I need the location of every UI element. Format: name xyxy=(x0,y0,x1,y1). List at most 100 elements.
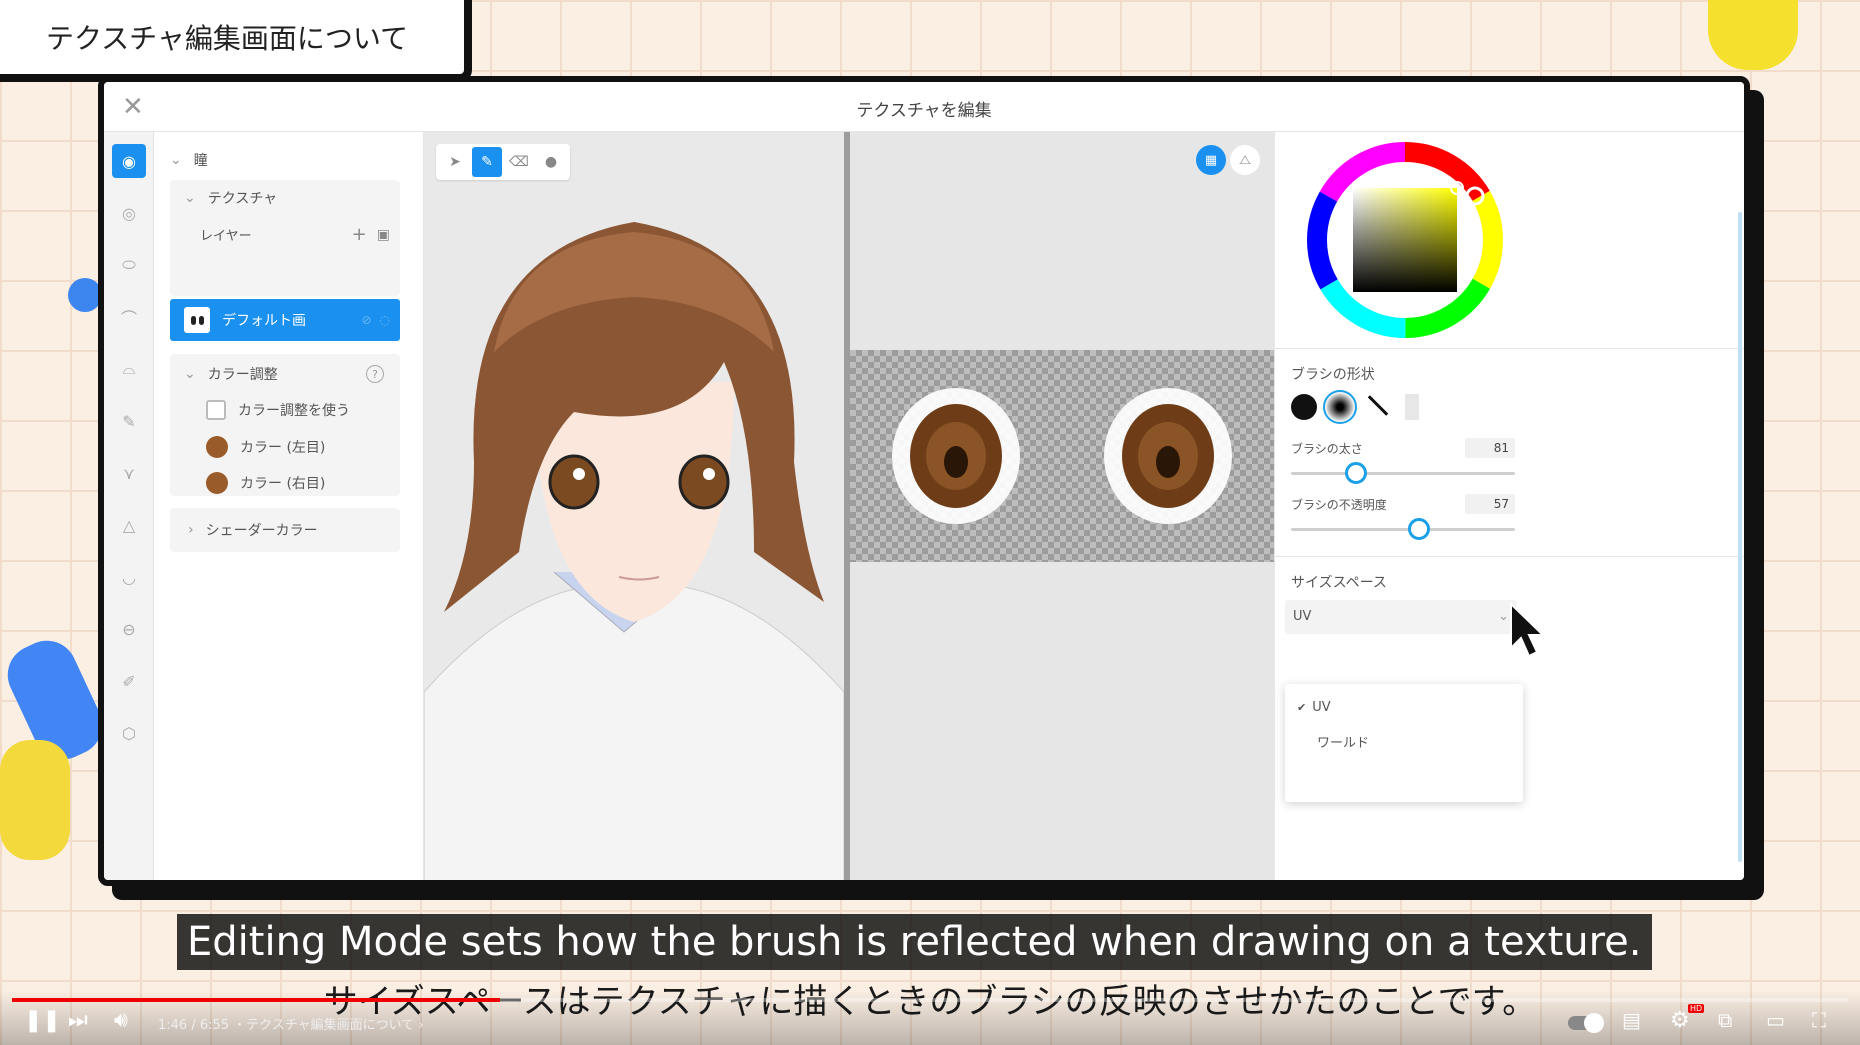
layer-thumbnail xyxy=(184,307,210,333)
color-wheel[interactable] xyxy=(1305,140,1505,340)
eraser-tool-icon[interactable]: ⌫ xyxy=(504,147,534,177)
eyeline-category-icon[interactable]: ✎ xyxy=(112,404,146,438)
settings-icon[interactable]: ⚙ xyxy=(1670,1008,1690,1033)
category-rail: ◉ ◎ ⬭ ⌒ ⌓ ✎ ⋎ △ ◡ ⊖ ✐ ⬡ xyxy=(104,132,154,880)
size-space-select[interactable]: UV ⌄ xyxy=(1285,600,1517,634)
color-left-row[interactable]: カラー (左目) xyxy=(206,436,325,458)
brush-line-icon[interactable] xyxy=(1367,395,1389,416)
mirror-icon[interactable]: ⧍ xyxy=(1230,145,1260,175)
eye-category-icon[interactable]: ◉ xyxy=(112,144,146,178)
chevron-down-icon: ⌄ xyxy=(184,366,196,382)
texture-canvas[interactable] xyxy=(850,350,1274,562)
brush-opacity-slider[interactable] xyxy=(1291,518,1515,540)
layers-header: レイヤー + ▣ xyxy=(200,224,390,245)
avatar-render xyxy=(424,132,844,880)
scrollbar[interactable] xyxy=(1738,212,1742,862)
brush-texture-icon[interactable] xyxy=(1405,394,1419,420)
color-right-label: カラー (右目) xyxy=(240,476,326,492)
uv-texture-viewport[interactable]: ▦ ⧍ xyxy=(850,132,1274,880)
color-right-row[interactable]: カラー (右目) xyxy=(206,472,325,494)
layers-label: レイヤー xyxy=(200,229,252,244)
layer-item-default[interactable]: デフォルト画 ⊘ ◌ xyxy=(170,299,400,341)
subtitles-icon[interactable]: ▤ xyxy=(1622,1008,1641,1032)
color-right-swatch[interactable] xyxy=(206,472,228,494)
dropdown-option-uv-label: UV xyxy=(1312,700,1331,715)
progress-bar[interactable] xyxy=(12,998,1848,1002)
texture-group-header[interactable]: ⌄ テクスチャ xyxy=(184,188,277,208)
size-space-dropdown: ✔ UV ワールド xyxy=(1285,684,1523,802)
checkmark-icon: ✔ xyxy=(1297,701,1307,714)
size-space-label: サイズスペース xyxy=(1291,575,1387,591)
fill-tool-icon[interactable]: ● xyxy=(536,147,566,177)
use-color-adjust-row[interactable]: カラー調整を使う xyxy=(206,400,350,420)
brush-size-slider[interactable] xyxy=(1291,462,1515,484)
volume-icon[interactable]: 🔊︎ xyxy=(114,1008,128,1033)
3d-preview-viewport[interactable]: ➤ ✎ ⌫ ● xyxy=(424,132,844,880)
help-icon[interactable]: ? xyxy=(366,365,384,383)
brush-hard-round-icon[interactable] xyxy=(1291,394,1317,420)
face-category-icon[interactable]: ◎ xyxy=(112,196,146,230)
lock-icon[interactable]: ⊘ xyxy=(361,313,371,327)
pause-icon[interactable]: ❚❚ xyxy=(24,1008,61,1033)
next-icon[interactable]: ⏭ xyxy=(68,1008,88,1033)
dropdown-option-uv[interactable]: ✔ UV xyxy=(1297,700,1331,715)
import-image-icon[interactable]: ▣ xyxy=(377,227,390,243)
video-player-controls: ❚❚ ⏭ 🔊︎ 1:46 / 6:55 ・テクスチャ編集画面について › ▤ ⚙… xyxy=(0,990,1860,1045)
section-divider xyxy=(1275,556,1744,557)
title-card-text: テクスチャ編集画面について xyxy=(46,22,409,55)
head-category-icon[interactable]: ⬭ xyxy=(112,248,146,282)
shader-color-label: シェーダーカラー xyxy=(205,523,318,539)
chevron-down-icon: ⌄ xyxy=(170,152,182,168)
color-left-label: カラー (左目) xyxy=(240,440,326,456)
nose-category-icon[interactable]: △ xyxy=(112,508,146,542)
color-left-swatch[interactable] xyxy=(206,436,228,458)
progress-fill xyxy=(12,998,501,1002)
root-group-header[interactable]: ⌄ 瞳 xyxy=(170,150,208,170)
autoplay-toggle[interactable] xyxy=(1568,1013,1604,1033)
eyelash-category-icon[interactable]: ⋎ xyxy=(112,456,146,490)
time-text: 1:46 / 6:55 xyxy=(158,1018,230,1033)
miniplayer-icon[interactable]: ⧉ xyxy=(1718,1008,1732,1032)
color-adjust-header[interactable]: ⌄ カラー調整 ? xyxy=(184,364,384,384)
fullscreen-icon[interactable]: ⛶ xyxy=(1812,1008,1826,1032)
use-color-adjust-checkbox[interactable] xyxy=(206,400,226,420)
texture-group-label: テクスチャ xyxy=(207,191,278,207)
visibility-icon[interactable]: ◌ xyxy=(380,313,390,327)
theater-mode-icon[interactable]: ▭ xyxy=(1766,1008,1785,1032)
chevron-down-icon: ⌄ xyxy=(184,190,196,206)
grid-view-icon[interactable]: ▦ xyxy=(1196,145,1226,175)
english-subtitle: Editing Mode sets how the brush is refle… xyxy=(177,914,1652,970)
other-category-icon[interactable]: ⬡ xyxy=(112,716,146,750)
eye-texture xyxy=(892,388,1232,524)
layer-item-label: デフォルト画 xyxy=(222,313,306,329)
texture-editor-window: ✕ テクスチャを編集 ◉ ◎ ⬭ ⌒ ⌓ ✎ ⋎ △ ◡ ⊖ ✐ ⬡ ⌄ 瞳 ⌄… xyxy=(98,76,1750,886)
brush-size-knob[interactable] xyxy=(1344,462,1367,484)
chapter-title[interactable]: ・テクスチャ編集画面について › xyxy=(233,1018,423,1033)
brush-soft-round-icon[interactable] xyxy=(1323,390,1357,424)
blue-dot-decoration xyxy=(68,278,102,312)
dropdown-option-world-label: ワールド xyxy=(1317,736,1370,751)
shader-color-header[interactable]: › シェーダーカラー xyxy=(188,520,318,540)
use-color-adjust-label: カラー調整を使う xyxy=(238,403,350,419)
brush-size-value[interactable]: 81 xyxy=(1465,438,1515,458)
brush-opacity-value[interactable]: 57 xyxy=(1465,494,1515,514)
window-title: テクスチャを編集 xyxy=(856,101,992,121)
eyelid-category-icon[interactable]: ⌓ xyxy=(112,352,146,386)
brush-category-icon[interactable]: ✐ xyxy=(112,664,146,698)
brush-tool-icon[interactable]: ✎ xyxy=(472,147,502,177)
mouth-category-icon[interactable]: ◡ xyxy=(112,560,146,594)
layer-panel: ⌄ 瞳 ⌄ テクスチャ レイヤー + ▣ デフォルト画 ⊘ ◌ ⌄ カラー調整 … xyxy=(154,132,424,880)
paint-toolbar: ➤ ✎ ⌫ ● xyxy=(436,144,570,180)
select-tool-icon[interactable]: ➤ xyxy=(440,147,470,177)
add-layer-icon[interactable]: + xyxy=(352,224,367,245)
root-group-label: 瞳 xyxy=(193,153,208,169)
yellow-blob-decoration xyxy=(1708,0,1798,70)
eyebrow-category-icon[interactable]: ⌒ xyxy=(112,300,146,334)
window-header: ✕ テクスチャを編集 xyxy=(104,82,1744,132)
lips-category-icon[interactable]: ⊖ xyxy=(112,612,146,646)
brush-size-label: ブラシの太さ xyxy=(1291,442,1363,456)
dropdown-option-world[interactable]: ワールド xyxy=(1317,732,1369,751)
hd-badge: HD xyxy=(1688,1004,1705,1013)
size-space-value: UV xyxy=(1293,609,1312,624)
brush-opacity-knob[interactable] xyxy=(1407,518,1430,540)
